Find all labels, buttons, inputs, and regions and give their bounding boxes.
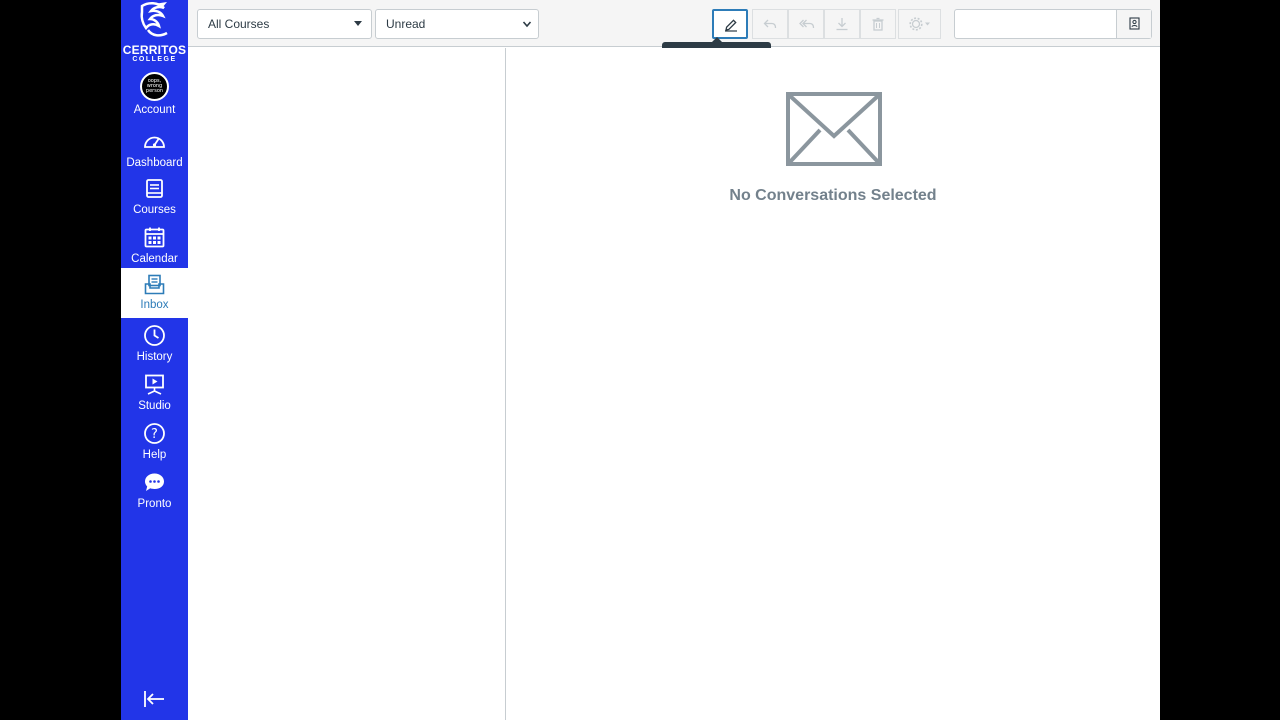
nav-item-help[interactable]: ? Help — [121, 418, 188, 467]
course-filter-value: All Courses — [208, 17, 270, 31]
compose-button[interactable] — [712, 9, 748, 39]
pronto-icon — [145, 473, 164, 491]
nav-item-account[interactable]: oops, wrong person Account — [121, 70, 188, 119]
falcon-logo-icon — [140, 2, 168, 37]
nav-item-calendar[interactable]: Calendar — [121, 222, 188, 271]
download-icon — [836, 18, 848, 31]
avatar: oops, wrong person — [140, 72, 169, 101]
settings-menu-button[interactable] — [898, 9, 941, 39]
search-input[interactable] — [955, 10, 1117, 38]
envelope-icon — [786, 92, 882, 166]
courses-icon — [146, 179, 163, 198]
nav-item-label: Dashboard — [126, 157, 183, 169]
compose-icon — [725, 19, 737, 32]
nav-item-label: Courses — [133, 204, 176, 216]
reply-button[interactable] — [752, 9, 788, 39]
reply-icon — [763, 19, 777, 29]
calendar-icon — [144, 227, 165, 248]
archive-button[interactable] — [824, 9, 860, 39]
account-avatar: oops, wrong person — [140, 72, 169, 101]
conversation-list — [188, 48, 505, 720]
course-filter-select[interactable]: All Courses — [197, 9, 372, 39]
address-book-icon — [1129, 17, 1140, 30]
nav-item-courses[interactable]: Courses — [121, 173, 188, 222]
reply-all-icon — [799, 19, 815, 29]
conversation-detail: No Conversations Selected — [506, 48, 1160, 720]
chevron-down-icon — [522, 21, 532, 28]
nav-item-label: Calendar — [131, 253, 178, 265]
dashboard-icon — [144, 136, 165, 148]
caret-down-icon — [354, 21, 362, 26]
nav-item-label: Inbox — [140, 299, 169, 311]
message-type-select[interactable]: Unread — [375, 9, 539, 39]
collapse-nav-icon[interactable] — [143, 689, 166, 709]
nav-item-pronto[interactable]: Pronto — [121, 467, 188, 516]
no-conversations-message: No Conversations Selected — [729, 187, 937, 204]
nav-item-dashboard[interactable]: Dashboard — [121, 126, 188, 175]
history-icon — [144, 325, 165, 346]
gear-icon — [909, 17, 930, 31]
studio-icon — [145, 374, 164, 395]
nav-item-label: Pronto — [137, 498, 172, 510]
brand-sub: COLLEGE — [132, 56, 177, 63]
trash-icon — [872, 17, 884, 31]
address-book-button[interactable] — [1116, 10, 1151, 38]
nav-item-inbox[interactable]: Inbox — [121, 268, 188, 318]
global-nav: CERRITOS COLLEGE oops, wrong person Acco… — [121, 0, 188, 720]
svg-text:?: ? — [151, 427, 158, 442]
nav-item-studio[interactable]: Studio — [121, 369, 188, 418]
nav-item-label: Account — [133, 104, 176, 116]
inbox-icon — [144, 274, 165, 295]
nav-item-label: Studio — [138, 400, 171, 412]
brand-name: CERRITOS — [122, 43, 187, 57]
nav-item-history[interactable]: History — [121, 320, 188, 369]
help-icon: ? — [144, 423, 165, 444]
nav-item-label: Help — [142, 449, 167, 461]
nav-item-label: History — [136, 351, 173, 363]
reply-all-button[interactable] — [788, 9, 824, 39]
message-type-value: Unread — [386, 17, 426, 31]
delete-button[interactable] — [860, 9, 896, 39]
cerritos-logo[interactable]: CERRITOS COLLEGE — [121, 0, 188, 66]
search-box — [954, 9, 1152, 39]
